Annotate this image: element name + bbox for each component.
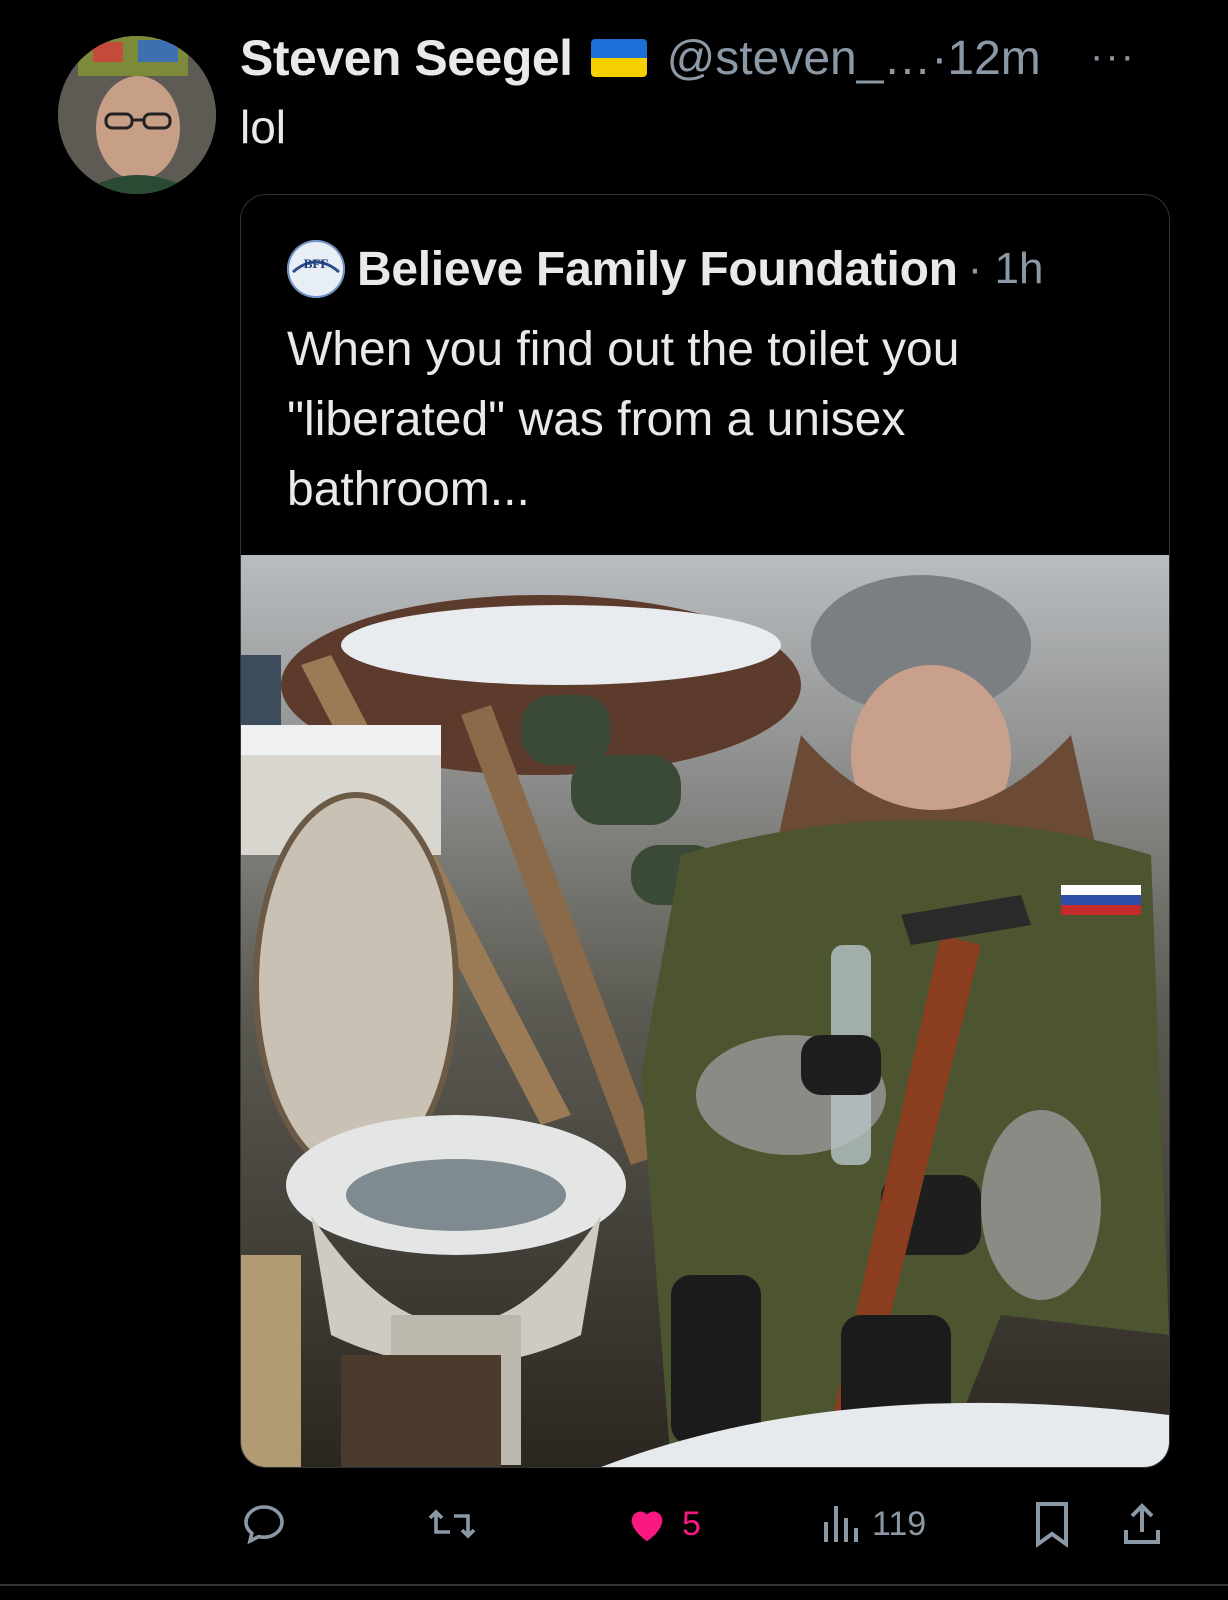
share-button[interactable] bbox=[1120, 1496, 1164, 1552]
views-count: 119 bbox=[872, 1504, 927, 1543]
tweet-header: Steven Seegel @steven_…·12m ··· bbox=[240, 28, 1208, 88]
tweet-time[interactable]: ·12m bbox=[931, 32, 1040, 85]
more-icon[interactable]: ··· bbox=[1090, 34, 1136, 79]
bookmark-button[interactable] bbox=[1032, 1496, 1072, 1552]
views-icon bbox=[820, 1502, 860, 1546]
action-bar: 5 119 bbox=[240, 1496, 1168, 1552]
quoted-avatar[interactable]: BFF bbox=[287, 240, 345, 298]
retweet-icon bbox=[426, 1500, 478, 1548]
reply-button[interactable] bbox=[240, 1496, 300, 1552]
ukraine-flag-icon bbox=[590, 39, 647, 77]
tweet-text: lol bbox=[240, 101, 287, 153]
quoted-author-name[interactable]: Believe Family Foundation bbox=[357, 242, 958, 297]
heart-icon bbox=[624, 1501, 670, 1547]
author-name[interactable]: Steven Seegel bbox=[240, 29, 573, 87]
reply-icon bbox=[240, 1500, 288, 1548]
author-handle[interactable]: @steven_…·12m bbox=[667, 31, 1041, 86]
quoted-tweet[interactable]: BFF Believe Family Foundation · 1h When … bbox=[240, 194, 1170, 1468]
author-avatar[interactable] bbox=[58, 36, 216, 194]
views-button[interactable]: 119 bbox=[820, 1496, 926, 1552]
quoted-text: When you find out the toilet you "libera… bbox=[287, 323, 960, 516]
quoted-header: BFF Believe Family Foundation · 1h bbox=[287, 239, 1043, 299]
bookmark-icon bbox=[1032, 1500, 1072, 1548]
quoted-image[interactable] bbox=[241, 555, 1169, 1467]
svg-text:BFF: BFF bbox=[304, 256, 329, 271]
like-count: 5 bbox=[682, 1504, 701, 1543]
divider bbox=[0, 1584, 1228, 1586]
like-button[interactable]: 5 bbox=[624, 1496, 701, 1552]
quoted-time[interactable]: · 1h bbox=[968, 244, 1044, 294]
retweet-button[interactable] bbox=[426, 1496, 490, 1552]
share-icon bbox=[1120, 1500, 1164, 1548]
